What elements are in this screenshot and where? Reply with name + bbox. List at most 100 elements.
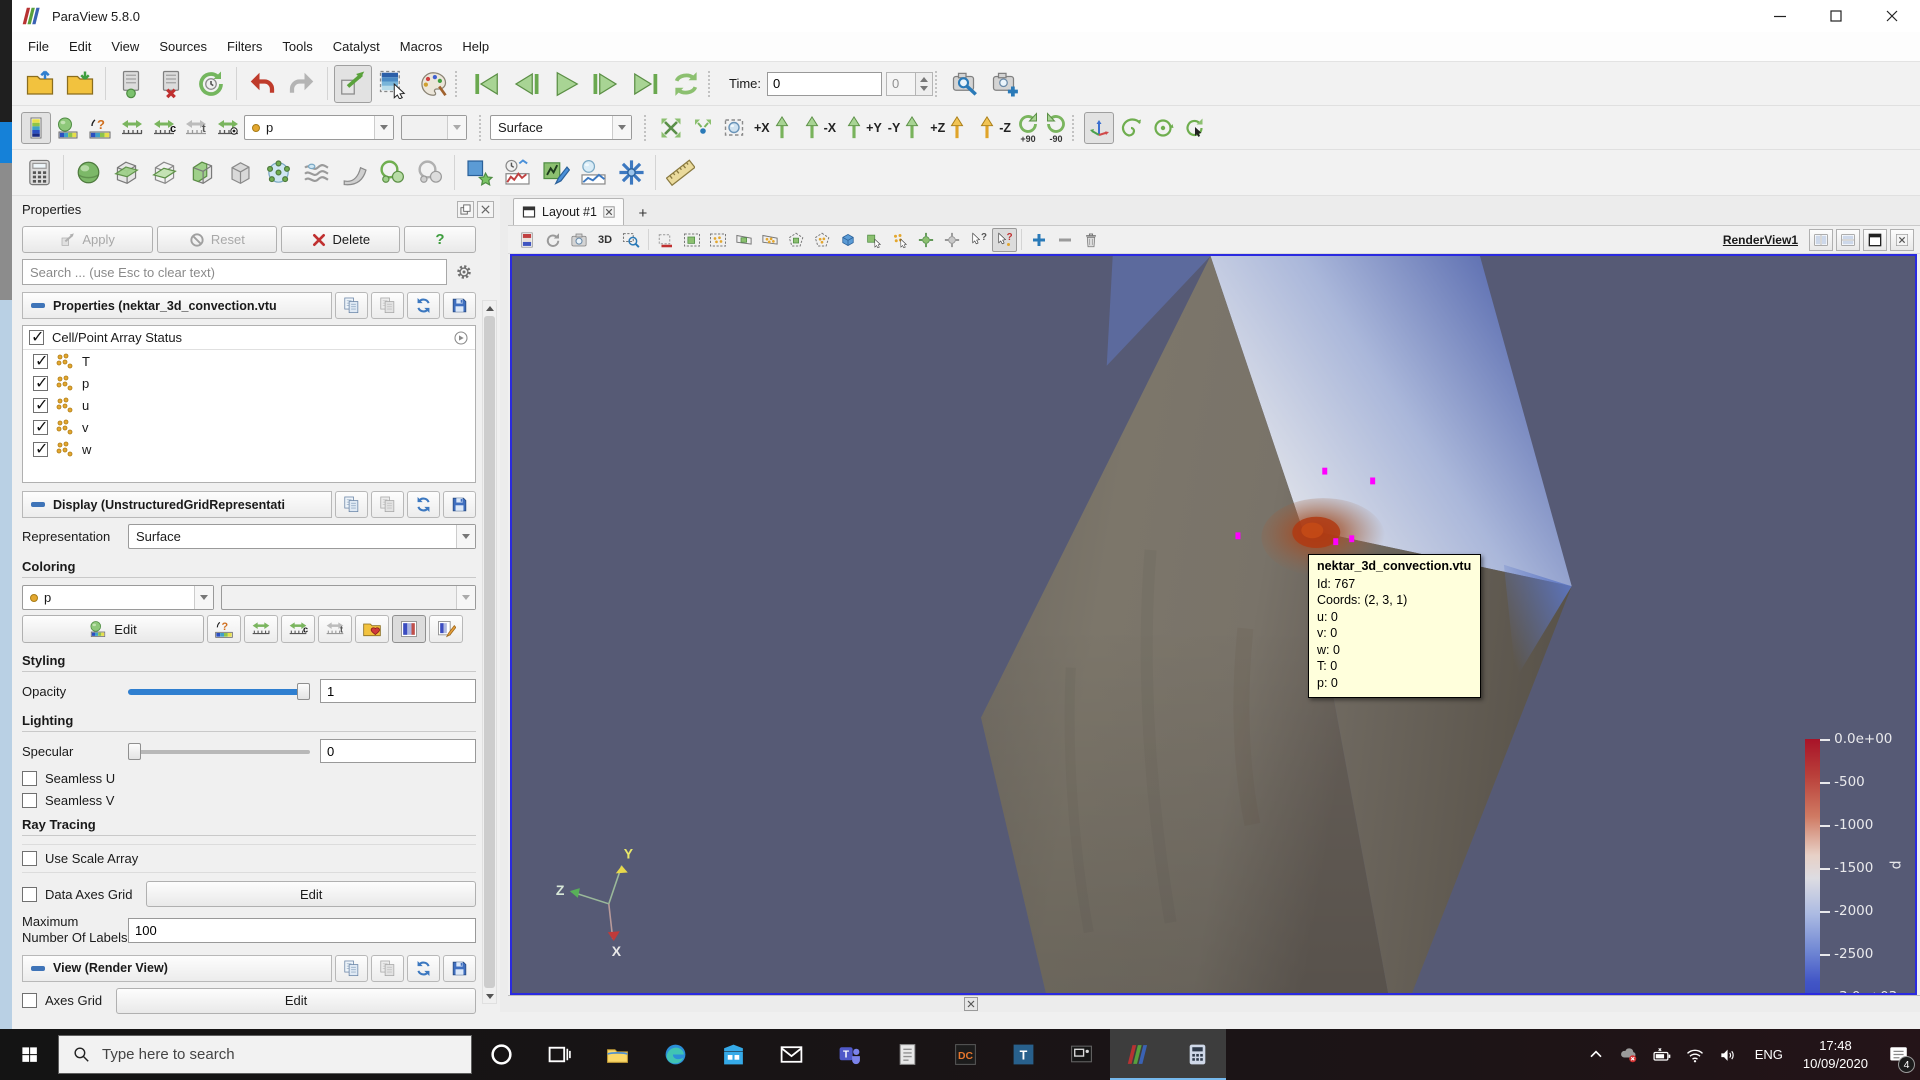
capture-screenshot-button[interactable]	[567, 228, 592, 252]
rescale-visible-button[interactable]	[117, 112, 147, 144]
taskbar-calculator[interactable]	[1168, 1029, 1226, 1080]
rescale-custom-button[interactable]: ?	[85, 112, 115, 144]
select-frustum-points-button[interactable]	[758, 228, 783, 252]
zoom-box-button[interactable]	[619, 228, 644, 252]
undo-camera-button[interactable]	[541, 228, 566, 252]
color-legend[interactable]: 0.0e+00 -500 -1000 -1500 -2000 -2500 -3.…	[1805, 732, 1901, 995]
opacity-value-input[interactable]	[320, 679, 476, 703]
taskbar-cortana[interactable]	[472, 1029, 530, 1080]
data-axes-grid-edit-button[interactable]: Edit	[146, 881, 476, 907]
component-combo[interactable]	[401, 115, 467, 140]
capture-camera-button[interactable]	[987, 65, 1025, 103]
coloring-component-select[interactable]	[221, 585, 476, 610]
close-view-button[interactable]	[1890, 229, 1914, 251]
view-minus-x-button[interactable]: -X	[798, 115, 839, 141]
close-strip-button[interactable]	[964, 997, 978, 1011]
glyph-filter-button[interactable]	[70, 154, 106, 192]
wifi-icon[interactable]	[1679, 1029, 1712, 1080]
rescale-t-small-button[interactable]: t	[318, 615, 352, 643]
specular-slider[interactable]	[128, 742, 310, 760]
glyph-points-button[interactable]	[260, 154, 296, 192]
plot-over-time-button[interactable]	[499, 154, 535, 192]
edit-colormap-button[interactable]	[21, 112, 51, 144]
render-view-name[interactable]: RenderView1	[1723, 233, 1798, 247]
slice-filter-button[interactable]	[146, 154, 182, 192]
ruler-button[interactable]	[662, 154, 698, 192]
layout-tab[interactable]: Layout #1	[513, 198, 624, 225]
menu-edit[interactable]: Edit	[59, 34, 101, 59]
grow-selection-button[interactable]	[914, 228, 939, 252]
taskbar-notes[interactable]	[878, 1029, 936, 1080]
clear-selection-button[interactable]	[654, 228, 679, 252]
zoom-camera-button[interactable]	[947, 65, 985, 103]
time-input[interactable]	[767, 72, 882, 96]
taskbar-file-explorer[interactable]	[588, 1029, 646, 1080]
taskbar-store[interactable]	[704, 1029, 762, 1080]
save-defaults-button[interactable]	[443, 292, 476, 319]
menu-macros[interactable]: Macros	[390, 34, 453, 59]
menu-view[interactable]: View	[101, 34, 149, 59]
reset-session-button[interactable]	[192, 65, 230, 103]
menu-tools[interactable]: Tools	[272, 34, 322, 59]
show-center-button[interactable]	[720, 112, 750, 144]
help-button[interactable]: ?	[404, 226, 476, 253]
delete-button[interactable]: Delete	[281, 226, 400, 253]
toggle-all-icon[interactable]	[453, 330, 469, 346]
plot-selection-button[interactable]	[537, 154, 573, 192]
select-colors-button[interactable]	[374, 65, 412, 103]
rescale-custom-range-button[interactable]: c	[149, 112, 179, 144]
rescale-custom-small-button[interactable]: ?	[207, 615, 241, 643]
show-legend-toggle[interactable]	[392, 615, 426, 643]
representation-select[interactable]: Surface	[128, 524, 476, 549]
stream-tracer-button[interactable]	[374, 154, 410, 192]
menu-filters[interactable]: Filters	[217, 34, 272, 59]
zoom-to-data-button[interactable]	[656, 112, 686, 144]
reload-display-button[interactable]	[407, 491, 440, 518]
calculator-filter-button[interactable]	[21, 154, 57, 192]
view-plus-x-button[interactable]: +X	[752, 115, 796, 141]
close-button[interactable]	[1864, 0, 1920, 32]
hover-cells-button[interactable]: ?	[966, 228, 991, 252]
extract-cells-button[interactable]	[222, 154, 258, 192]
seamless-v-checkbox[interactable]	[22, 793, 37, 808]
array-w-checkbox[interactable]	[33, 442, 48, 457]
paste-view-button[interactable]	[371, 955, 404, 982]
properties-search-input[interactable]	[22, 259, 447, 285]
rotate-90-cw-button[interactable]: +90	[1014, 110, 1042, 145]
copy-properties-button[interactable]	[335, 292, 368, 319]
float-panel-button[interactable]	[457, 201, 474, 218]
last-frame-button[interactable]	[627, 65, 665, 103]
reload-view-button[interactable]	[407, 955, 440, 982]
delete-view-button[interactable]	[1079, 228, 1104, 252]
frame-spinner[interactable]	[916, 72, 933, 96]
taskbar-teams[interactable]: T	[820, 1029, 878, 1080]
panel-scrollbar[interactable]	[482, 300, 497, 1004]
seamless-u-checkbox[interactable]	[22, 771, 37, 786]
color-palette-button[interactable]	[414, 65, 452, 103]
menu-catalyst[interactable]: Catalyst	[323, 34, 390, 59]
opacity-slider[interactable]	[128, 682, 310, 700]
add-view-button[interactable]	[1027, 228, 1052, 252]
auto-apply-toggle[interactable]	[334, 65, 372, 103]
volume-icon[interactable]	[1712, 1029, 1745, 1080]
view-minus-y-button[interactable]: -Y	[886, 115, 927, 141]
extract-selection-button[interactable]	[461, 154, 497, 192]
select-points-rect-button[interactable]	[706, 228, 731, 252]
render-view[interactable]: Y Z X nektar_3d_convection.vtu Id: 767 C…	[510, 254, 1917, 995]
select-polygon-points-button[interactable]	[810, 228, 835, 252]
taskbar-tex-app[interactable]: T	[994, 1029, 1052, 1080]
language-indicator[interactable]: ENG	[1745, 1047, 1793, 1062]
tab-close-icon[interactable]	[603, 206, 615, 218]
close-panel-button[interactable]	[477, 201, 494, 218]
menu-file[interactable]: File	[18, 34, 59, 59]
view-plus-z-button[interactable]: +Z	[928, 115, 971, 141]
rescale-c-small-button[interactable]: c	[281, 615, 315, 643]
copy-view-button[interactable]	[335, 955, 368, 982]
group-datasets-button[interactable]	[613, 154, 649, 192]
interactive-select-cells-button[interactable]	[862, 228, 887, 252]
rotate-orbit-button[interactable]	[1148, 112, 1178, 144]
taskbar-mail[interactable]	[762, 1029, 820, 1080]
warp-filter-button[interactable]	[336, 154, 372, 192]
tray-chevron[interactable]	[1580, 1029, 1613, 1080]
select-block-button[interactable]	[836, 228, 861, 252]
